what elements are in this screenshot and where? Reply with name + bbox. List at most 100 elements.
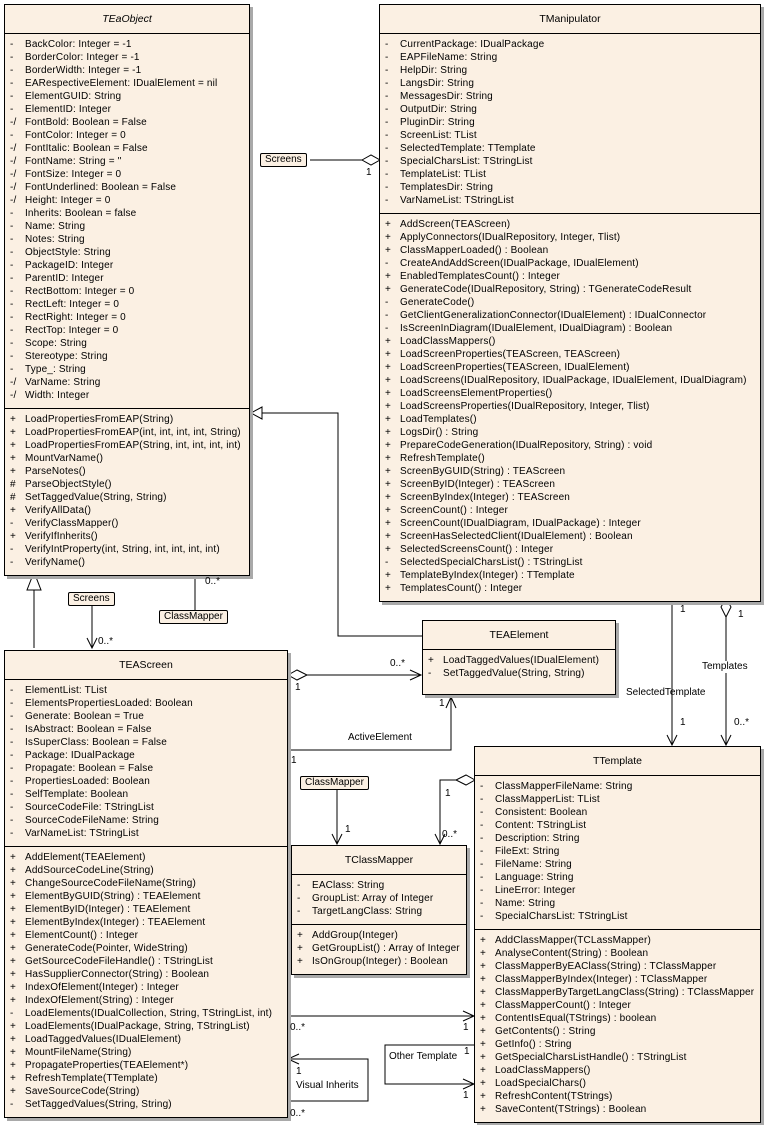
operation-row[interactable]: + RefreshTemplate() <box>380 452 760 465</box>
attribute-row[interactable]: - TemplatesDir: String <box>380 181 760 194</box>
operation-row[interactable]: + ScreenCount(IDualDiagram, IDualPackage)… <box>380 517 760 530</box>
operation-row[interactable]: + VerifyIfInherits() <box>5 530 249 543</box>
attribute-row[interactable]: - VarNameList: TStringList <box>380 194 760 207</box>
operation-row[interactable]: + ChangeSourceCodeFileName(String) <box>5 877 287 890</box>
operation-row[interactable]: + LoadScreensElementProperties() <box>380 387 760 400</box>
attribute-row[interactable]: - Language: String <box>475 871 760 884</box>
operation-row[interactable]: + LoadClassMappers() <box>475 1064 760 1077</box>
attribute-row[interactable]: -/ Width: Integer <box>5 389 249 402</box>
attribute-row[interactable]: - ClassMapperList: TList <box>475 793 760 806</box>
operation-row[interactable]: + AddClassMapper(TCLassMapper) <box>475 934 760 947</box>
operation-row[interactable]: + LoadScreens(IDualRepository, IDualPacka… <box>380 374 760 387</box>
attribute-row[interactable]: - IsSuperClass: Boolean = False <box>5 736 287 749</box>
operation-row[interactable]: + ParseNotes() <box>5 465 249 478</box>
attribute-row[interactable]: - VarNameList: TStringList <box>5 827 287 840</box>
attribute-row[interactable]: - Content: TStringList <box>475 819 760 832</box>
operation-row[interactable]: + GenerateCode(Pointer, WideString) <box>5 942 287 955</box>
attribute-row[interactable]: - ElementGUID: String <box>5 90 249 103</box>
attribute-row[interactable]: - FileName: String <box>475 858 760 871</box>
attribute-row[interactable]: -/ VarName: String <box>5 376 249 389</box>
operation-row[interactable]: - VerifyClassMapper() <box>5 517 249 530</box>
attribute-row[interactable]: - Type_: String <box>5 363 249 376</box>
attribute-row[interactable]: - Scope: String <box>5 337 249 350</box>
attribute-row[interactable]: - PluginDir: String <box>380 116 760 129</box>
operation-row[interactable]: + ScreenByIndex(Integer) : TEAScreen <box>380 491 760 504</box>
operation-row[interactable]: + ClassMapperByTargetLangClass(String) : … <box>475 986 760 999</box>
attribute-row[interactable]: - TemplateList: TList <box>380 168 760 181</box>
operation-row[interactable]: + LogsDir() : String <box>380 426 760 439</box>
class-tmanipulator[interactable]: TManipulator - CurrentPackage: IDualPacka… <box>379 4 761 602</box>
classmapper-tag[interactable]: ClassMapper <box>300 776 369 790</box>
attribute-row[interactable]: - ClassMapperFileName: String <box>475 780 760 793</box>
attribute-row[interactable]: - RectRight: Integer = 0 <box>5 311 249 324</box>
operation-row[interactable]: + LoadSpecialChars() <box>475 1077 760 1090</box>
attribute-row[interactable]: -/ FontSize: Integer = 0 <box>5 168 249 181</box>
operation-row[interactable]: - VerifyName() <box>5 556 249 569</box>
operation-row[interactable]: + ClassMapperByEAClass(String) : TClassMa… <box>475 960 760 973</box>
operation-row[interactable]: + PrepareCodeGeneration(IDualRepository, … <box>380 439 760 452</box>
attribute-row[interactable]: - SelfTemplate: Boolean <box>5 788 287 801</box>
attribute-row[interactable]: -/ Height: Integer = 0 <box>5 194 249 207</box>
attribute-row[interactable]: - PackageID: Integer <box>5 259 249 272</box>
attribute-row[interactable]: - Description: String <box>475 832 760 845</box>
operation-row[interactable]: + GetContents() : String <box>475 1025 760 1038</box>
attribute-row[interactable]: - Stereotype: String <box>5 350 249 363</box>
attribute-row[interactable]: - Propagate: Boolean = False <box>5 762 287 775</box>
operation-row[interactable]: - LoadElements(IDualCollection, String, T… <box>5 1007 287 1020</box>
operation-row[interactable]: + GetInfo() : String <box>475 1038 760 1051</box>
attribute-row[interactable]: - LangsDir: String <box>380 77 760 90</box>
attribute-row[interactable]: - BorderWidth: Integer = -1 <box>5 64 249 77</box>
attribute-row[interactable]: - IsAbstract: Boolean = False <box>5 723 287 736</box>
attribute-row[interactable]: - ElementList: TList <box>5 684 287 697</box>
attribute-row[interactable]: - RectLeft: Integer = 0 <box>5 298 249 311</box>
attribute-row[interactable]: - TargetLangClass: String <box>292 905 466 918</box>
operation-row[interactable]: + AddSourceCodeLine(String) <box>5 864 287 877</box>
operation-row[interactable]: + ApplyConnectors(IDualRepository, Intege… <box>380 231 760 244</box>
operation-row[interactable]: + ClassMapperLoaded() : Boolean <box>380 244 760 257</box>
attribute-row[interactable]: - Inherits: Boolean = false <box>5 207 249 220</box>
operation-row[interactable]: + LoadClassMappers() <box>380 335 760 348</box>
operation-row[interactable]: + IndexOfElement(String) : Integer <box>5 994 287 1007</box>
operation-row[interactable]: # ParseObjectStyle() <box>5 478 249 491</box>
operation-row[interactable]: + ClassMapperByIndex(Integer) : TClassMap… <box>475 973 760 986</box>
class-ttemplate[interactable]: TTemplate - ClassMapperFileName: String - C… <box>474 746 761 1123</box>
operation-row[interactable]: + SaveContent(TStrings) : Boolean <box>475 1103 760 1116</box>
attribute-row[interactable]: - Notes: String <box>5 233 249 246</box>
operation-row[interactable]: - CreateAndAddScreen(IDualPackage, IDualE… <box>380 257 760 270</box>
operation-row[interactable]: + RefreshContent(TStrings) <box>475 1090 760 1103</box>
class-teascreen[interactable]: TEAScreen - ElementList: TList - ElementsPr… <box>4 650 288 1118</box>
operation-row[interactable]: + ContentIsEqual(TStrings) : boolean <box>475 1012 760 1025</box>
attribute-row[interactable]: - OutputDir: String <box>380 103 760 116</box>
operation-row[interactable]: + LoadPropertiesFromEAP(String, int, int,… <box>5 439 249 452</box>
operation-row[interactable]: + HasSupplierConnector(String) : Boolean <box>5 968 287 981</box>
operation-row[interactable]: + ClassMapperCount() : Integer <box>475 999 760 1012</box>
operation-row[interactable]: + ScreenHasSelectedClient(IDualElement) :… <box>380 530 760 543</box>
operation-row[interactable]: + MountFileName(String) <box>5 1046 287 1059</box>
operation-row[interactable]: + LoadScreenProperties(TEAScreen, IDualEl… <box>380 361 760 374</box>
operation-row[interactable]: + ScreenByID(Integer) : TEAScreen <box>380 478 760 491</box>
operation-row[interactable]: + AddElement(TEAElement) <box>5 851 287 864</box>
screens-tag[interactable]: Screens <box>260 153 307 167</box>
operation-row[interactable]: + GetSpecialCharsListHandle() : TStringLi… <box>475 1051 760 1064</box>
attribute-row[interactable]: - BorderColor: Integer = -1 <box>5 51 249 64</box>
operation-row[interactable]: + SaveSourceCode(String) <box>5 1085 287 1098</box>
attribute-row[interactable]: - RectTop: Integer = 0 <box>5 324 249 337</box>
operation-row[interactable]: + LoadTaggedValues(IDualElement) <box>5 1033 287 1046</box>
attribute-row[interactable]: - CurrentPackage: IDualPackage <box>380 38 760 51</box>
operation-row[interactable]: + MountVarName() <box>5 452 249 465</box>
operation-row[interactable]: + LoadPropertiesFromEAP(String) <box>5 413 249 426</box>
operation-row[interactable]: + ElementByID(Integer) : TEAElement <box>5 903 287 916</box>
attribute-row[interactable]: - Generate: Boolean = True <box>5 710 287 723</box>
class-teaelement[interactable]: TEAElement + LoadTaggedValues(IDualElemen… <box>422 620 616 695</box>
attribute-row[interactable]: - SourceCodeFileName: String <box>5 814 287 827</box>
operation-row[interactable]: + LoadTaggedValues(IDualElement) <box>423 654 615 667</box>
attribute-row[interactable]: - SelectedTemplate: TTemplate <box>380 142 760 155</box>
operation-row[interactable]: - SelectedSpecialCharsList() : TStringLis… <box>380 556 760 569</box>
attribute-row[interactable]: - Name: String <box>5 220 249 233</box>
classmapper-tag[interactable]: ClassMapper <box>159 610 228 624</box>
attribute-row[interactable]: - SpecialCharsList: TStringList <box>475 910 760 923</box>
class-teaobject[interactable]: TEaObject - BackColor: Integer = -1- Borde… <box>4 4 250 576</box>
operation-row[interactable]: + GetSourceCodeFileHandle() : TStringList <box>5 955 287 968</box>
class-tclassmapper[interactable]: TClassMapper - EAClass: String - GroupList:… <box>291 845 467 975</box>
operation-row[interactable]: # SetTaggedValue(String, String) <box>5 491 249 504</box>
